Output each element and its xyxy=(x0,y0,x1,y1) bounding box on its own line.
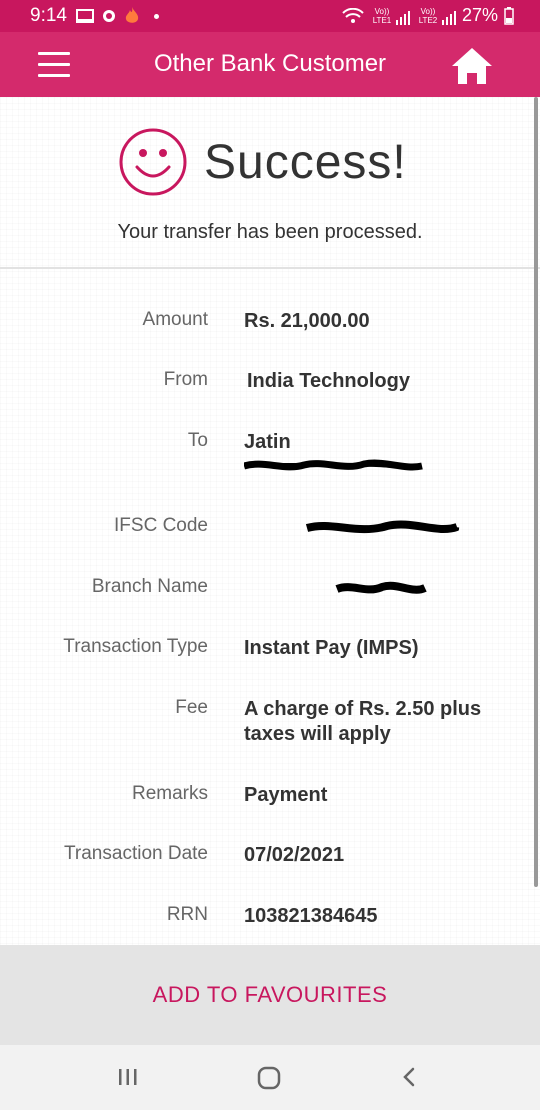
detail-label: RRN xyxy=(166,904,208,925)
add-to-favourites-button[interactable]: ADD TO FAVOURITES xyxy=(0,945,540,1045)
detail-value: Payment xyxy=(244,784,328,806)
redaction-scribble xyxy=(244,459,423,471)
detail-label: Remarks xyxy=(131,783,208,804)
sim1-signal: Vo)) LTE1 xyxy=(370,7,410,25)
detail-value: 103821384645 xyxy=(244,905,378,927)
home-circle-icon[interactable] xyxy=(256,1065,282,1091)
detail-value-group: Jatin xyxy=(244,430,530,475)
recents-icon[interactable] xyxy=(116,1065,140,1089)
detail-label: Branch Name xyxy=(91,576,208,597)
system-nav-bar xyxy=(0,1045,540,1110)
detail-label: Fee xyxy=(175,697,208,718)
detail-label: Amount xyxy=(142,309,208,330)
detail-value: Jatin xyxy=(244,431,291,453)
detail-value: 07/02/2021 xyxy=(244,844,345,866)
divider xyxy=(0,267,540,269)
wifi-icon xyxy=(342,7,364,23)
redaction-scribble xyxy=(305,520,460,534)
battery-icon xyxy=(504,6,514,25)
detail-label: Transaction Type xyxy=(63,636,208,657)
system-status: Vo)) LTE1 Vo)) LTE2 27% xyxy=(342,5,514,26)
success-header: Success! xyxy=(118,127,407,197)
scrollbar[interactable] xyxy=(534,97,538,887)
transfer-receipt: Success! Your transfer has been processe… xyxy=(0,97,540,945)
detail-value: A charge of Rs. 2.50 plus taxes will app… xyxy=(244,698,482,745)
screen-cast-icon xyxy=(76,9,94,23)
detail-value: India Technology xyxy=(247,370,410,392)
app-notification-icon xyxy=(103,10,115,22)
success-message: Your transfer has been processed. xyxy=(117,221,423,243)
redaction-scribble xyxy=(335,581,427,594)
signal-icon xyxy=(441,10,456,25)
smiley-icon xyxy=(119,128,187,196)
detail-value: Rs. 21,000.00 xyxy=(244,310,370,332)
detail-value: Instant Pay (IMPS) xyxy=(244,637,419,659)
back-icon[interactable] xyxy=(398,1065,422,1089)
dot-icon xyxy=(154,13,159,19)
flame-icon xyxy=(125,7,139,23)
status-time: 9:14 xyxy=(30,5,67,26)
detail-label: To xyxy=(187,430,208,451)
signal-icon xyxy=(395,10,410,25)
status-bar: 9:14 Vo)) LTE1 Vo)) LTE2 27% xyxy=(0,0,540,32)
detail-label: IFSC Code xyxy=(114,515,208,536)
detail-label: Transaction Date xyxy=(64,843,208,864)
battery-percent: 27% xyxy=(461,5,498,25)
action-bar: ADD TO FAVOURITES xyxy=(0,945,540,1045)
success-title: Success! xyxy=(204,135,407,189)
notification-icons xyxy=(76,6,159,26)
app-bar: Other Bank Customer xyxy=(0,32,540,97)
detail-label: From xyxy=(163,369,208,390)
home-icon[interactable] xyxy=(450,46,494,86)
sim2-signal: Vo)) LTE2 xyxy=(416,7,456,25)
